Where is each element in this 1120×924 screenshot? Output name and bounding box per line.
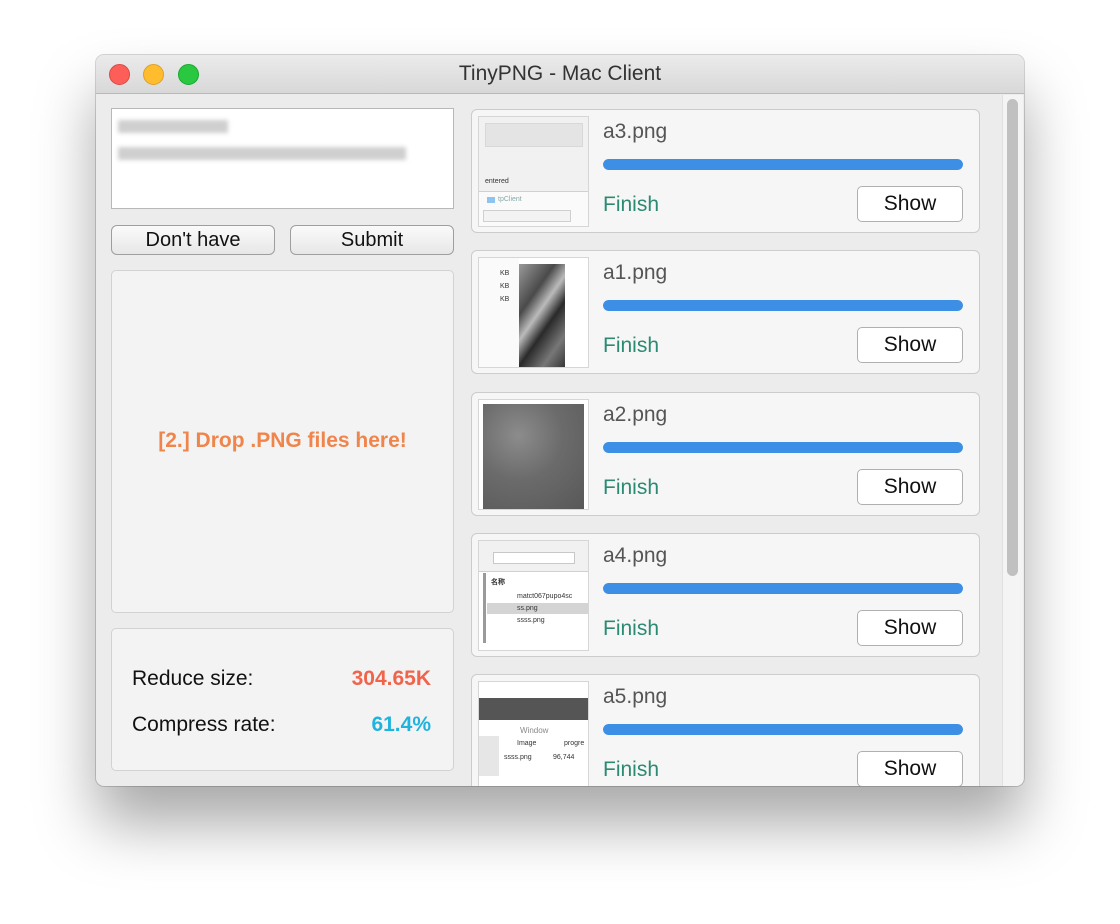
file-name: a4.png	[603, 544, 668, 567]
progress-fill	[603, 724, 963, 735]
show-button[interactable]: Show	[857, 327, 963, 363]
show-button[interactable]: Show	[857, 186, 963, 222]
progress-fill	[603, 159, 963, 170]
drop-zone[interactable]: [2.] Drop .PNG files here!	[111, 270, 454, 613]
thumbnail-text: KB	[500, 270, 510, 277]
file-thumbnail: entered tpClient	[478, 116, 589, 227]
progress-fill	[603, 300, 963, 311]
thumbnail-text: entered	[485, 178, 509, 185]
file-card: KB KB KB a1.png Finish Show	[471, 250, 980, 374]
progress-bar	[603, 583, 963, 594]
submit-button[interactable]: Submit	[290, 225, 454, 255]
file-thumbnail	[478, 399, 589, 510]
thumbnail-text: 96,744	[553, 754, 575, 761]
file-status: Finish	[603, 334, 660, 357]
app-window: TinyPNG - Mac Client Don't have Submit […	[96, 55, 1024, 786]
file-status: Finish	[603, 758, 660, 781]
progress-bar	[603, 300, 963, 311]
file-card: entered tpClient a3.png Finish Show	[471, 109, 980, 233]
file-name: a5.png	[603, 685, 668, 708]
reduce-size-label: Reduce size:	[132, 667, 254, 690]
drop-zone-label: [2.] Drop .PNG files here!	[158, 429, 407, 452]
blurred-text-line	[118, 147, 406, 160]
stats-panel: Reduce size: 304.65K Compress rate: 61.4…	[111, 628, 454, 771]
progress-bar	[603, 724, 963, 735]
vertical-scrollbar[interactable]	[1002, 95, 1023, 786]
progress-bar	[603, 159, 963, 170]
window-title: TinyPNG - Mac Client	[458, 62, 662, 85]
reduce-size-value: 304.65K	[351, 667, 431, 690]
file-status: Finish	[603, 193, 660, 216]
scrollbar-thumb[interactable]	[1007, 99, 1018, 576]
thumbnail-text: progre	[564, 740, 585, 747]
file-card: 名称 matct067pupo4sc ss.png ssss.png a4.pn…	[471, 533, 980, 657]
dont-have-button[interactable]: Don't have	[111, 225, 275, 255]
thumbnail-text: Window	[520, 726, 549, 735]
show-button[interactable]: Show	[857, 751, 963, 786]
file-thumbnail: KB KB KB	[478, 257, 589, 368]
thumbnail-text: KB	[500, 296, 510, 303]
file-name: a1.png	[603, 261, 668, 284]
progress-fill	[603, 583, 963, 594]
file-status: Finish	[603, 476, 660, 499]
show-button[interactable]: Show	[857, 610, 963, 646]
file-thumbnail: Window Image progre ssss.png 96,744	[478, 681, 589, 786]
progress-fill	[603, 442, 963, 453]
file-name: a3.png	[603, 120, 668, 143]
file-name: a2.png	[603, 403, 668, 426]
show-button[interactable]: Show	[857, 469, 963, 505]
thumbnail-text: tpClient	[498, 196, 522, 203]
api-key-field[interactable]	[111, 108, 454, 209]
thumbnail-text: Image	[517, 740, 537, 747]
file-list: entered tpClient a3.png Finish Show KB K…	[471, 107, 981, 786]
title-bar: TinyPNG - Mac Client	[96, 55, 1024, 94]
progress-bar	[603, 442, 963, 453]
thumbnail-text: ssss.png	[504, 754, 532, 761]
file-thumbnail: 名称 matct067pupo4sc ss.png ssss.png	[478, 540, 589, 651]
thumbnail-text: KB	[500, 283, 510, 290]
blurred-text-line	[118, 120, 228, 133]
file-card: a2.png Finish Show	[471, 392, 980, 516]
thumbnail-text: 名称	[491, 579, 505, 586]
compress-rate-label: Compress rate:	[132, 713, 276, 736]
compress-rate-value: 61.4%	[371, 713, 431, 736]
file-status: Finish	[603, 617, 660, 640]
thumbnail-text: matct067pupo4sc	[517, 593, 573, 600]
thumbnail-text: ssss.png	[517, 617, 545, 624]
file-card: Window Image progre ssss.png 96,744 a5.p…	[471, 674, 980, 786]
thumbnail-text: ss.png	[517, 605, 538, 612]
